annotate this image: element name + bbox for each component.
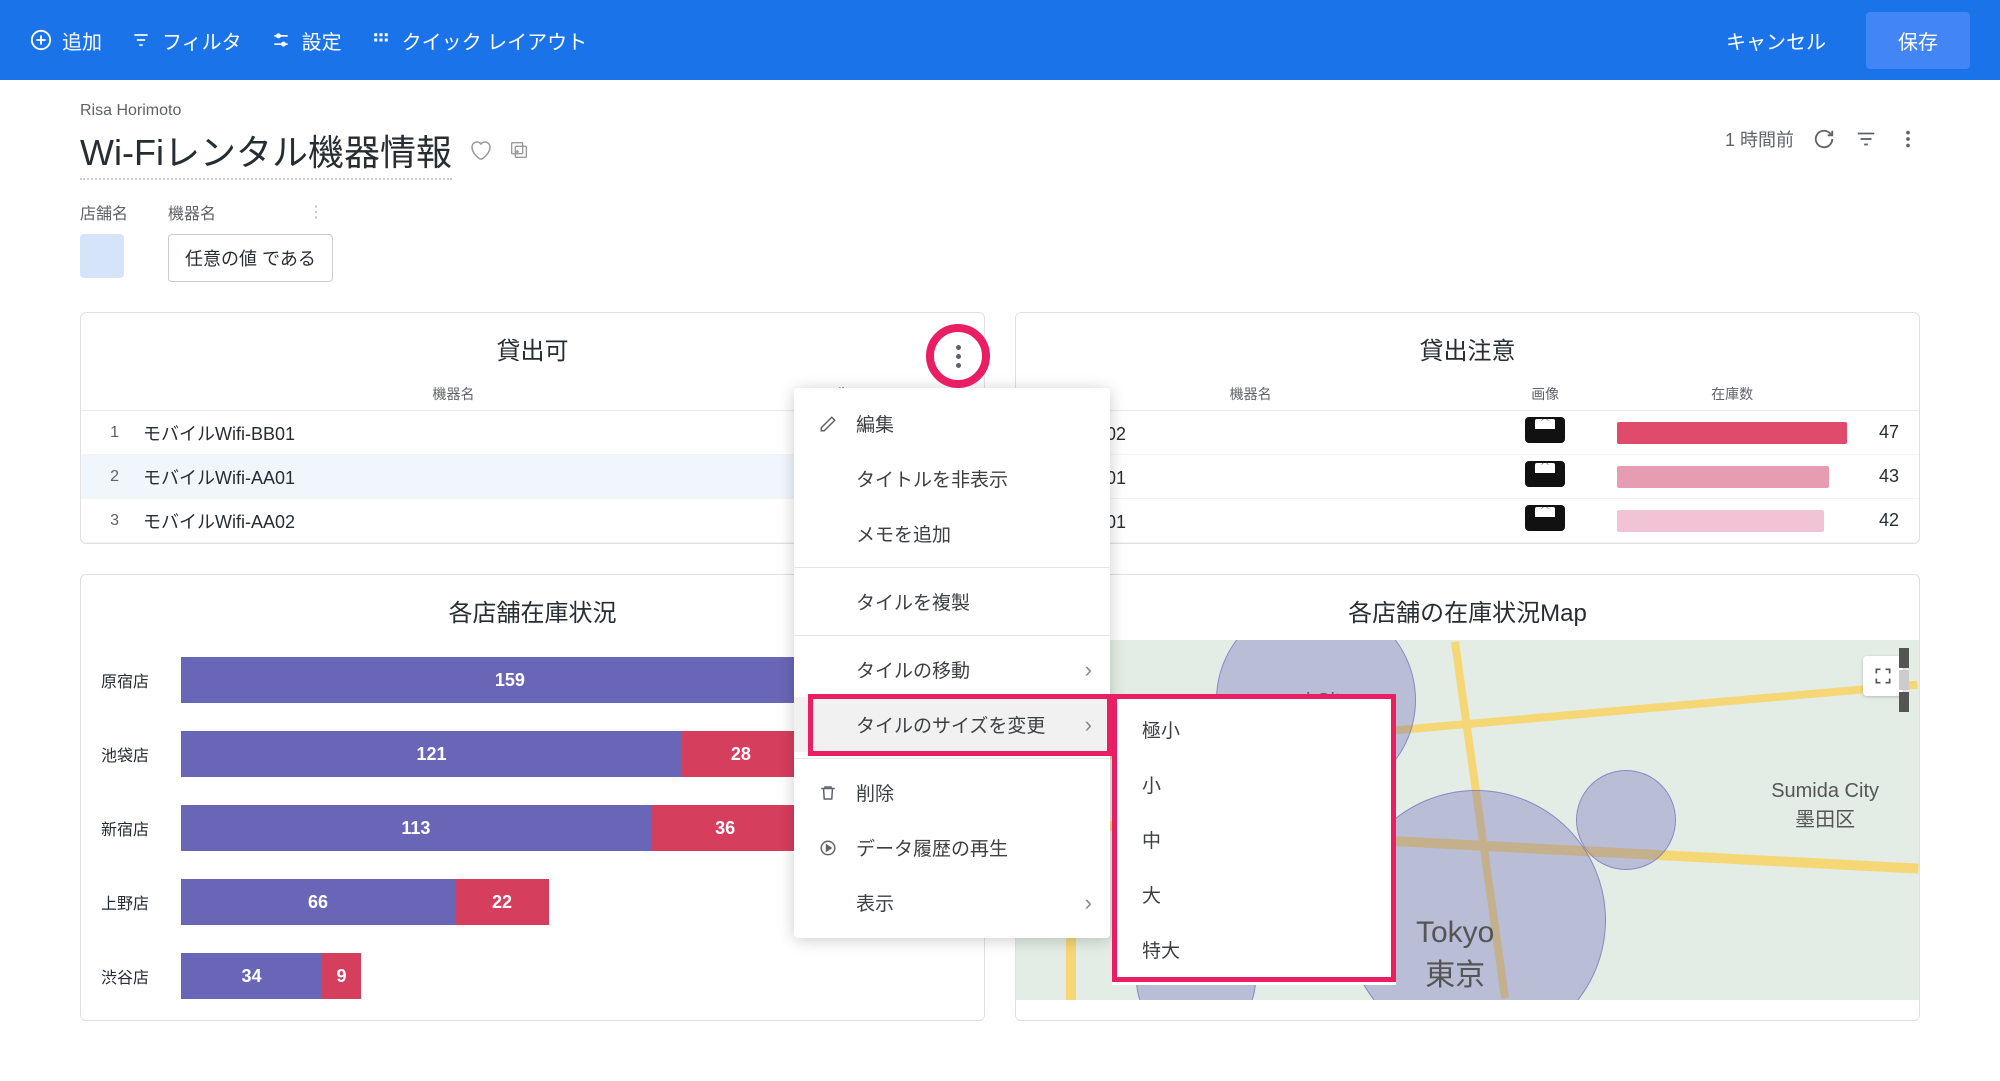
- filter-more-icon[interactable]: ⋮: [308, 202, 324, 222]
- quick-layout-button[interactable]: クイック レイアウト: [370, 26, 588, 55]
- filter-store-label: 店舗名: [80, 200, 128, 224]
- filter-label: フィルタ: [162, 26, 242, 55]
- menu-hide-title-label: タイトルを非表示: [856, 465, 1008, 492]
- menu-resize-label: タイルのサイズを変更: [856, 711, 1045, 738]
- pencil-icon: [818, 415, 838, 433]
- bar-row: 渋谷店349: [101, 946, 964, 1006]
- menu-duplicate-label: タイルを複製: [856, 588, 970, 615]
- add-button[interactable]: 追加: [30, 26, 102, 55]
- col-name: 機器名: [131, 378, 776, 411]
- menu-move-label: タイルの移動: [856, 656, 970, 683]
- owner-name: Risa Horimoto: [80, 102, 1920, 120]
- menu-hide-title[interactable]: タイトルを非表示: [794, 451, 1110, 506]
- menu-divider: [794, 567, 1110, 568]
- submenu-l[interactable]: 大: [1112, 867, 1396, 922]
- submenu-xs[interactable]: 極小: [1112, 702, 1396, 757]
- tile-map-title: 各店舗の在庫状況Map: [1016, 575, 1919, 640]
- header-actions: 1 時間前: [1725, 126, 1920, 152]
- table-row[interactable]: ルWifi-AA02 47: [1016, 411, 1919, 455]
- copy-icon[interactable]: [508, 139, 530, 166]
- sliders-icon: [270, 29, 292, 51]
- title-row: Wi-Fiレンタル機器情報: [80, 124, 1920, 180]
- menu-replay-label: データ履歴の再生: [856, 834, 1008, 861]
- table-warning: 機器名 画像 在庫数 ルWifi-AA02 47ルWifi-AA01 43ルWi…: [1016, 378, 1919, 543]
- filter-device-label: 機器名: [168, 200, 216, 224]
- submenu-xl[interactable]: 特大: [1112, 922, 1396, 977]
- menu-resize[interactable]: タイルのサイズを変更: [794, 697, 1110, 752]
- menu-view[interactable]: 表示: [794, 875, 1110, 930]
- heart-icon[interactable]: [468, 138, 492, 167]
- page-header: Risa Horimoto Wi-Fiレンタル機器情報 1 時間前: [0, 80, 2000, 180]
- tile-warning-title: 貸出注意: [1016, 313, 1919, 378]
- map-label: Sumida City墨田区: [1771, 780, 1879, 832]
- menu-move[interactable]: タイルの移動: [794, 642, 1110, 697]
- menu-divider: [794, 758, 1110, 759]
- more-vert-icon: [956, 345, 961, 368]
- menu-edit[interactable]: 編集: [794, 396, 1110, 451]
- filter-device: 機器名 ⋮ 任意の値 である: [168, 200, 333, 282]
- header-left: 追加 フィルタ 設定 クイック レイアウト: [30, 26, 587, 55]
- settings-button[interactable]: 設定: [270, 26, 342, 55]
- col-stock: 在庫数: [1605, 378, 1859, 411]
- menu-add-memo-label: メモを追加: [856, 520, 951, 547]
- device-icon: [1525, 461, 1565, 487]
- grid-icon: [370, 29, 392, 51]
- tile-available-title: 貸出可: [81, 313, 984, 378]
- tile-warning: 貸出注意 機器名 画像 在庫数 ルWifi-AA02 47ルWifi-AA01 …: [1015, 312, 1920, 544]
- cancel-button[interactable]: キャンセル: [1706, 14, 1846, 67]
- menu-delete-label: 削除: [856, 779, 894, 806]
- device-icon: [1525, 505, 1565, 531]
- header-right: キャンセル 保存: [1706, 12, 1970, 69]
- filter-button[interactable]: フィルタ: [130, 26, 242, 55]
- menu-replay[interactable]: データ履歴の再生: [794, 820, 1110, 875]
- device-icon: [1525, 417, 1565, 443]
- plus-circle-icon: [30, 29, 52, 51]
- add-label: 追加: [62, 26, 102, 55]
- settings-label: 設定: [302, 26, 342, 55]
- fullscreen-button[interactable]: [1863, 656, 1903, 696]
- save-button[interactable]: 保存: [1866, 12, 1970, 69]
- refresh-icon[interactable]: [1812, 127, 1836, 151]
- map-label-tokyo: Tokyo東京: [1416, 916, 1494, 994]
- page-title[interactable]: Wi-Fiレンタル機器情報: [80, 124, 452, 180]
- tile-menu-button[interactable]: [926, 324, 990, 388]
- menu-delete[interactable]: 削除: [794, 765, 1110, 820]
- filter-store: 店舗名: [80, 200, 128, 278]
- submenu-m[interactable]: 中: [1112, 812, 1396, 867]
- filter-store-chip[interactable]: [80, 234, 124, 278]
- quick-layout-label: クイック レイアウト: [402, 26, 588, 55]
- menu-divider: [794, 635, 1110, 636]
- menu-edit-label: 編集: [856, 410, 894, 437]
- play-circle-icon: [818, 839, 838, 857]
- col-image: 画像: [1485, 378, 1605, 411]
- submenu-s[interactable]: 小: [1112, 757, 1396, 812]
- filter-device-chip[interactable]: 任意の値 である: [168, 234, 333, 282]
- resize-submenu: 極小 小 中 大 特大: [1112, 694, 1396, 985]
- menu-add-memo[interactable]: メモを追加: [794, 506, 1110, 561]
- menu-view-label: 表示: [856, 889, 894, 916]
- table-row[interactable]: ルWifi-BB01 42: [1016, 499, 1919, 543]
- more-vert-icon[interactable]: [1896, 127, 1920, 151]
- filter-icon: [130, 29, 152, 51]
- menu-duplicate[interactable]: タイルを複製: [794, 574, 1110, 629]
- trash-icon: [818, 784, 838, 802]
- filter-list-icon[interactable]: [1854, 127, 1878, 151]
- filters: 店舗名 機器名 ⋮ 任意の値 である: [0, 180, 2000, 282]
- context-menu: 編集 タイトルを非表示 メモを追加 タイルを複製 タイルの移動 タイルのサイズを…: [794, 388, 1110, 938]
- scale-bar: [1899, 648, 1909, 712]
- table-row[interactable]: ルWifi-AA01 43: [1016, 455, 1919, 499]
- top-header: 追加 フィルタ 設定 クイック レイアウト キャンセル 保存: [0, 0, 2000, 80]
- time-ago: 1 時間前: [1725, 126, 1794, 152]
